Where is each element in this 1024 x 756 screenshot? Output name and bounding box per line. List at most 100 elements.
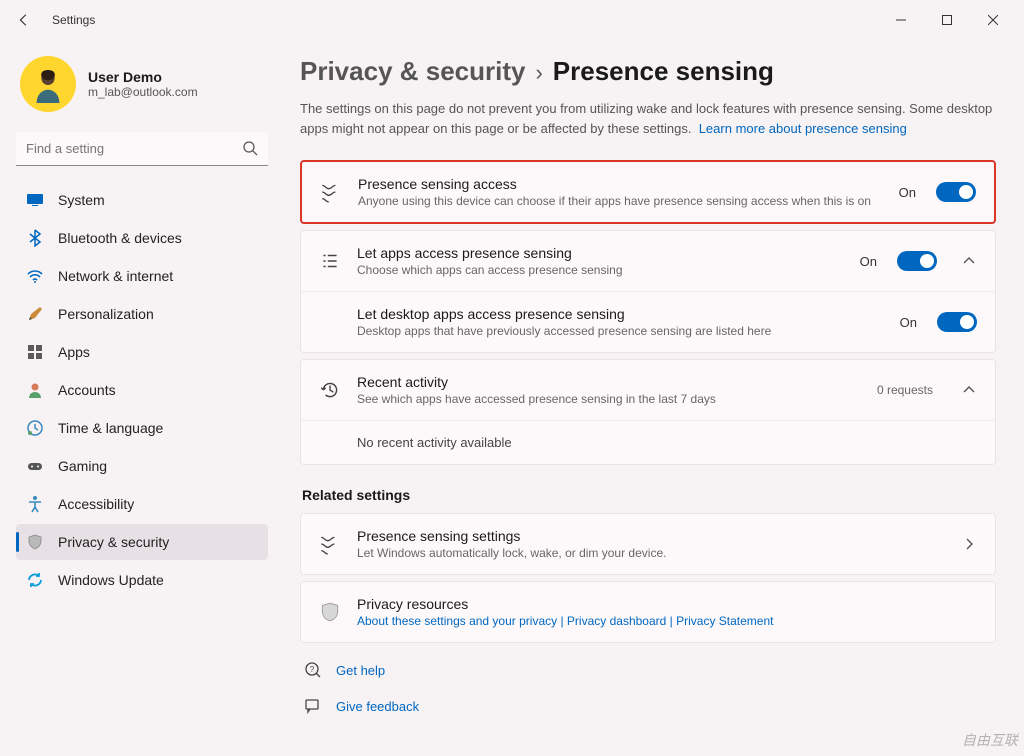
sidebar-item-label: Personalization (58, 306, 154, 322)
learn-more-link[interactable]: Learn more about presence sensing (699, 121, 907, 136)
list-icon (319, 250, 341, 272)
back-button[interactable] (8, 4, 40, 36)
row-title: Let desktop apps access presence sensing (357, 306, 884, 322)
breadcrumb: Privacy & security › Presence sensing (300, 56, 996, 87)
help-icon: ? (304, 661, 322, 679)
presence-settings-card[interactable]: Presence sensing settings Let Windows au… (300, 513, 996, 575)
sidebar-item-label: Accounts (58, 382, 116, 398)
get-help-row[interactable]: ? Get help (300, 661, 996, 679)
minimize-button[interactable] (878, 4, 924, 36)
row-title: Privacy resources (357, 596, 977, 612)
svg-text:?: ? (310, 665, 315, 674)
sidebar-item-gaming[interactable]: Gaming (16, 448, 268, 484)
sidebar-item-update[interactable]: Windows Update (16, 562, 268, 598)
row-title: Recent activity (357, 374, 861, 390)
sidebar-item-label: Apps (58, 344, 90, 360)
sidebar-item-label: Bluetooth & devices (58, 230, 182, 246)
row-desc: Choose which apps can access presence se… (357, 263, 844, 277)
shield-icon (319, 601, 341, 623)
feedback-link[interactable]: Give feedback (336, 699, 419, 714)
wifi-icon (26, 267, 44, 285)
let-desktop-toggle[interactable] (937, 312, 977, 332)
get-help-link[interactable]: Get help (336, 663, 385, 678)
row-desc: Desktop apps that have previously access… (357, 324, 884, 338)
time-icon (26, 419, 44, 437)
main-content: Privacy & security › Presence sensing Th… (280, 40, 1024, 756)
sidebar: User Demo m_lab@outlook.com System Bluet… (0, 40, 280, 756)
history-icon (319, 379, 341, 401)
row-desc: Anyone using this device can choose if t… (358, 194, 883, 208)
privacy-link-statement[interactable]: Privacy Statement (676, 614, 773, 628)
system-icon (26, 191, 44, 209)
toggle-state: On (860, 254, 877, 269)
sidebar-item-time[interactable]: Time & language (16, 410, 268, 446)
sidebar-item-accounts[interactable]: Accounts (16, 372, 268, 408)
page-title: Presence sensing (553, 56, 774, 87)
privacy-link-about[interactable]: About these settings and your privacy (357, 614, 557, 628)
privacy-icon (26, 533, 44, 551)
sidebar-item-network[interactable]: Network & internet (16, 258, 268, 294)
accounts-icon (26, 381, 44, 399)
row-desc: Let Windows automatically lock, wake, or… (357, 546, 937, 560)
toggle-state: On (900, 315, 917, 330)
maximize-button[interactable] (924, 4, 970, 36)
let-apps-row[interactable]: Let apps access presence sensing Choose … (301, 231, 995, 291)
sidebar-item-label: Time & language (58, 420, 163, 436)
close-button[interactable] (970, 4, 1016, 36)
chevron-right-icon: › (535, 60, 542, 86)
no-activity-label: No recent activity available (357, 435, 512, 450)
search-icon (242, 140, 258, 161)
presence-icon (319, 533, 341, 555)
privacy-link-dashboard[interactable]: Privacy dashboard (567, 614, 666, 628)
privacy-resources-card: Privacy resources About these settings a… (300, 581, 996, 643)
titlebar: Settings (0, 0, 1024, 40)
intro-text: The settings on this page do not prevent… (300, 99, 996, 138)
accessibility-icon (26, 495, 44, 513)
sidebar-item-bluetooth[interactable]: Bluetooth & devices (16, 220, 268, 256)
sidebar-item-apps[interactable]: Apps (16, 334, 268, 370)
breadcrumb-parent[interactable]: Privacy & security (300, 56, 525, 87)
user-name: User Demo (88, 69, 198, 85)
row-title: Presence sensing settings (357, 528, 937, 544)
sidebar-item-label: Privacy & security (58, 534, 169, 550)
nav-list: System Bluetooth & devices Network & int… (16, 182, 268, 598)
presence-access-toggle[interactable] (936, 182, 976, 202)
sidebar-item-label: Windows Update (58, 572, 164, 588)
avatar (20, 56, 76, 112)
related-heading: Related settings (302, 487, 996, 503)
sidebar-item-personalization[interactable]: Personalization (16, 296, 268, 332)
row-desc: See which apps have accessed presence se… (357, 392, 861, 406)
profile[interactable]: User Demo m_lab@outlook.com (20, 56, 268, 112)
chevron-up-icon[interactable] (961, 253, 977, 269)
sidebar-item-accessibility[interactable]: Accessibility (16, 486, 268, 522)
sidebar-item-system[interactable]: System (16, 182, 268, 218)
feedback-icon (304, 697, 322, 715)
recent-activity-card: Recent activity See which apps have acce… (300, 359, 996, 465)
presence-icon (320, 181, 342, 203)
search-input[interactable] (16, 132, 268, 166)
update-icon (26, 571, 44, 589)
feedback-row[interactable]: Give feedback (300, 697, 996, 715)
window-title: Settings (52, 13, 95, 27)
apps-icon (26, 343, 44, 361)
sidebar-item-label: Accessibility (58, 496, 134, 512)
paint-icon (26, 305, 44, 323)
let-apps-toggle[interactable] (897, 251, 937, 271)
row-title: Let apps access presence sensing (357, 245, 844, 261)
let-apps-card: Let apps access presence sensing Choose … (300, 230, 996, 353)
presence-access-card: Presence sensing access Anyone using thi… (300, 160, 996, 224)
request-count: 0 requests (877, 383, 933, 397)
user-email: m_lab@outlook.com (88, 85, 198, 99)
row-title: Presence sensing access (358, 176, 883, 192)
chevron-right-icon (961, 536, 977, 552)
bluetooth-icon (26, 229, 44, 247)
recent-activity-row[interactable]: Recent activity See which apps have acce… (301, 360, 995, 420)
sidebar-item-label: Network & internet (58, 268, 173, 284)
gaming-icon (26, 457, 44, 475)
sidebar-item-label: System (58, 192, 105, 208)
let-desktop-row: Let desktop apps access presence sensing… (301, 291, 995, 352)
sidebar-item-privacy[interactable]: Privacy & security (16, 524, 268, 560)
sidebar-item-label: Gaming (58, 458, 107, 474)
privacy-links: About these settings and your privacy | … (357, 614, 977, 628)
chevron-up-icon[interactable] (961, 382, 977, 398)
